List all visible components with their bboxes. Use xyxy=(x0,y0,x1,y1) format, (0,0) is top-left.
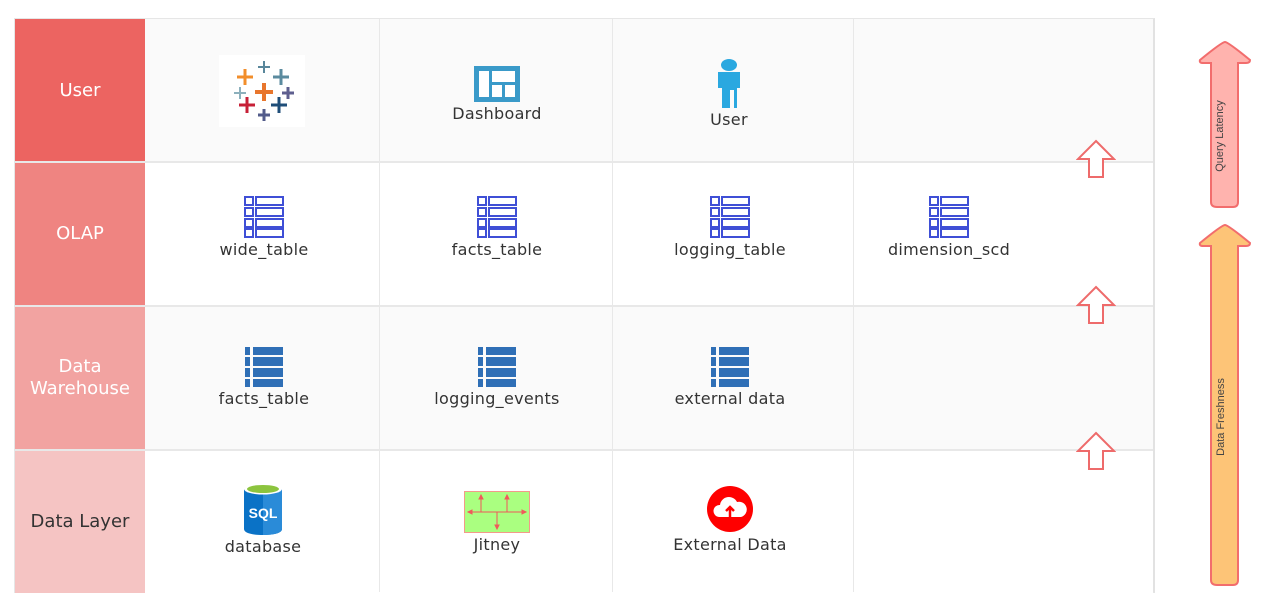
user-item[interactable]: User xyxy=(629,58,829,129)
olap-facts-table[interactable]: facts_table xyxy=(397,196,597,259)
table-solid-icon xyxy=(245,347,283,387)
dw-facts-table[interactable]: facts_table xyxy=(164,347,364,408)
table-solid-icon xyxy=(478,347,516,387)
olap-dimension-scd[interactable]: dimension_scd xyxy=(849,196,1049,259)
divider xyxy=(15,449,1153,451)
query-latency-arrow: Query Latency xyxy=(1198,40,1252,210)
item-label: wide_table xyxy=(219,240,309,259)
divider xyxy=(853,19,854,592)
tableau-item[interactable] xyxy=(162,55,362,129)
jitney-icon xyxy=(464,491,530,533)
olap-logging-table[interactable]: logging_table xyxy=(630,196,830,259)
data-jitney[interactable]: Jitney xyxy=(397,491,597,554)
divider xyxy=(612,19,613,592)
up-arrow-icon xyxy=(1076,285,1116,324)
table-outline-icon xyxy=(710,196,750,238)
divider xyxy=(379,19,380,592)
item-label: logging_table xyxy=(674,240,786,259)
dashboard-icon xyxy=(474,66,520,102)
item-label: Jitney xyxy=(473,535,521,554)
item-label: dimension_scd xyxy=(887,240,1011,259)
table-outline-icon xyxy=(477,196,517,238)
item-label: User xyxy=(710,110,748,129)
item-label: facts_table xyxy=(451,240,543,259)
data-external-data[interactable]: External Data xyxy=(630,485,830,554)
dashboard-item[interactable]: Dashboard xyxy=(397,66,597,123)
data-freshness-label: Data Freshness xyxy=(1214,378,1227,456)
table-outline-icon xyxy=(244,196,284,238)
data-database[interactable]: SQL database xyxy=(163,483,363,556)
query-latency-label: Query Latency xyxy=(1213,100,1226,172)
divider xyxy=(15,305,1153,307)
svg-text:SQL: SQL xyxy=(249,505,278,521)
row-label-data: Data Layer xyxy=(15,450,145,593)
item-label: Dashboard xyxy=(452,104,542,123)
sql-database-icon: SQL xyxy=(244,483,282,535)
row-label-olap: OLAP xyxy=(15,162,145,306)
table-outline-icon xyxy=(929,196,969,238)
cloud-upload-icon xyxy=(707,486,753,532)
table-solid-icon xyxy=(711,347,749,387)
data-freshness-arrow: Data Freshness xyxy=(1198,223,1252,588)
dw-external-data[interactable]: external data xyxy=(630,347,830,408)
dw-logging-events[interactable]: logging_events xyxy=(397,347,597,408)
item-label: logging_events xyxy=(434,389,560,408)
up-arrow-icon xyxy=(1076,431,1116,470)
item-label: facts_table xyxy=(218,389,310,408)
up-arrow-icon xyxy=(1076,139,1116,178)
row-label-warehouse: Data Warehouse xyxy=(15,306,145,450)
item-label: External Data xyxy=(673,535,787,554)
item-label: external data xyxy=(674,389,786,408)
divider xyxy=(15,161,1153,163)
row-label-user: User xyxy=(15,19,145,162)
tableau-logo-icon xyxy=(219,55,305,127)
olap-wide-table[interactable]: wide_table xyxy=(164,196,364,259)
item-label: database xyxy=(224,537,302,556)
user-icon xyxy=(718,59,740,108)
